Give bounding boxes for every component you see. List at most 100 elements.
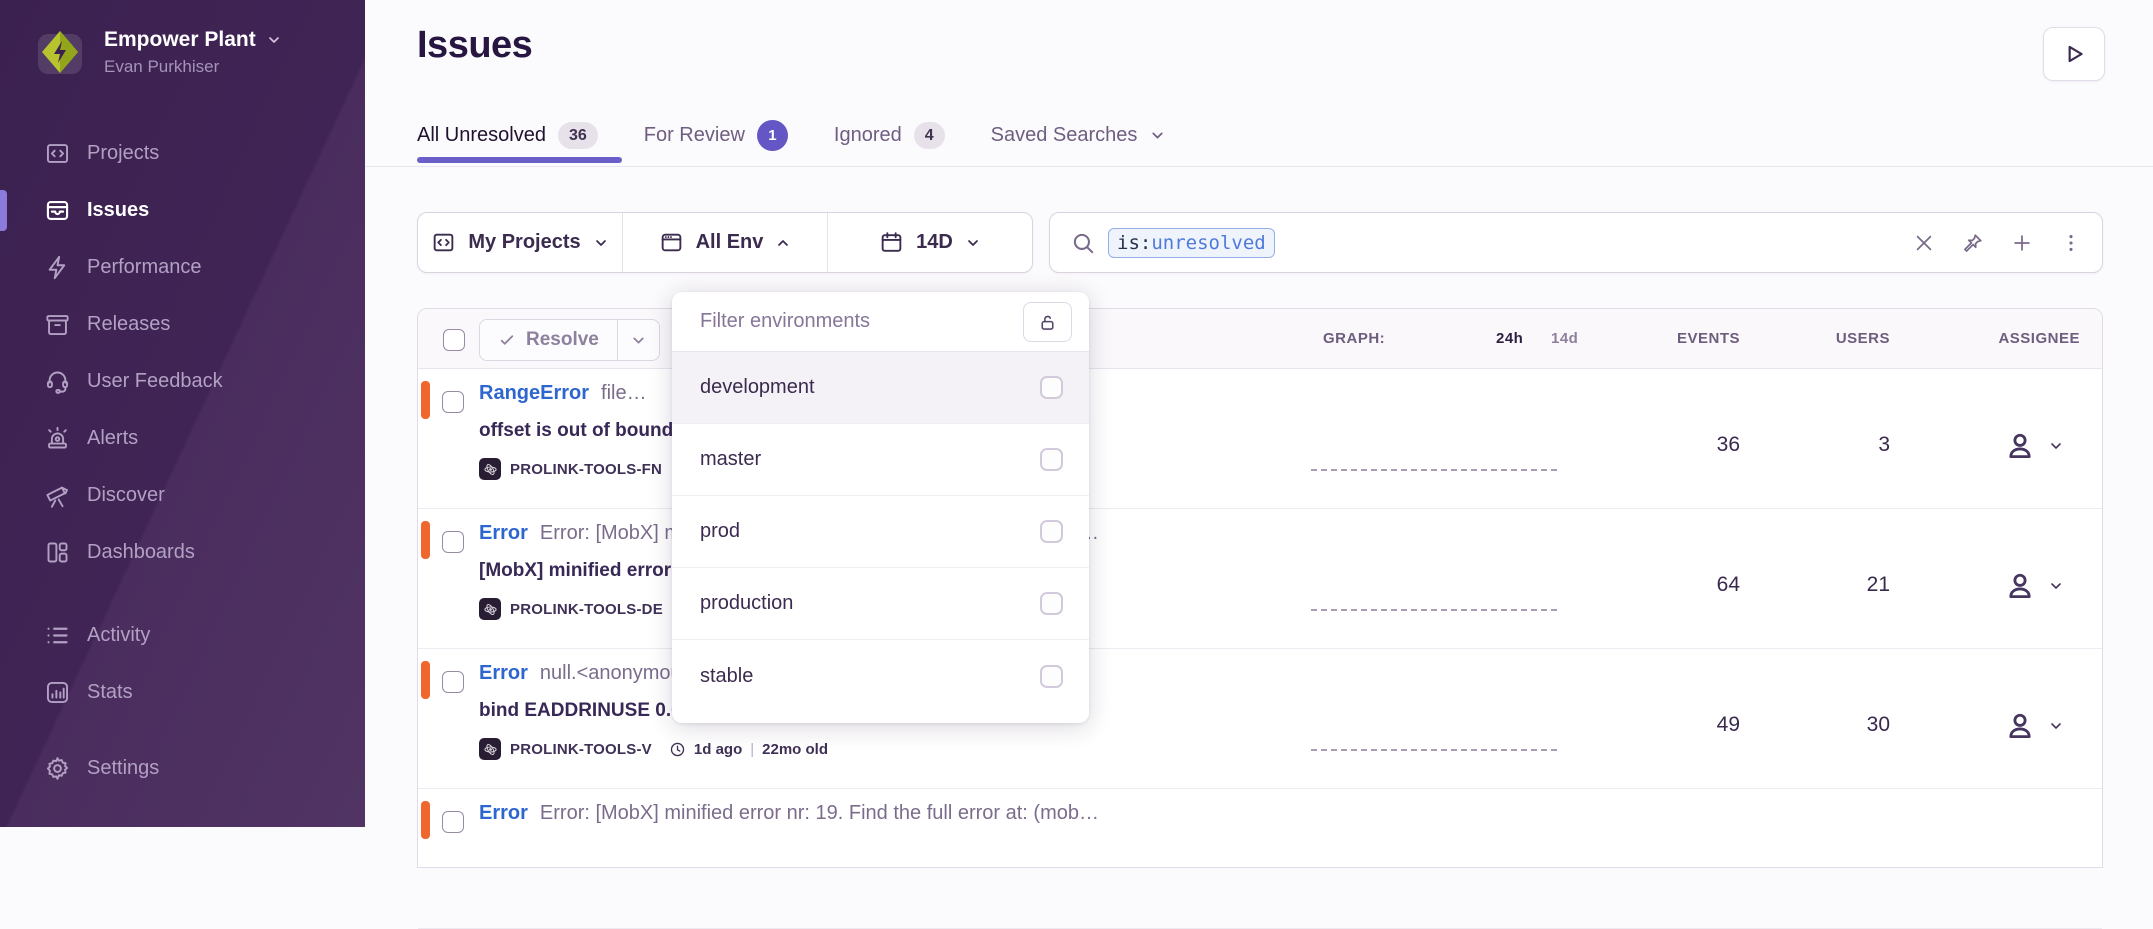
resolve-button[interactable]: Resolve — [480, 320, 617, 360]
row-checkbox[interactable] — [442, 671, 464, 693]
search-input[interactable]: is:unresolved — [1049, 212, 2103, 273]
sidebar-item-discover[interactable]: Discover — [0, 467, 365, 524]
sidebar-item-settings[interactable]: Settings — [0, 740, 365, 797]
issue-title-link[interactable]: Error — [479, 662, 528, 684]
env-option-checkbox[interactable] — [1040, 448, 1063, 471]
pin-search-button[interactable] — [1962, 232, 1984, 254]
page-title: Issues — [417, 24, 532, 67]
last-seen: 1d ago — [694, 741, 742, 758]
select-all-checkbox[interactable] — [443, 329, 465, 351]
search-token-key: is: — [1117, 232, 1151, 254]
env-option-label: master — [700, 448, 761, 471]
env-option-development[interactable]: development — [672, 352, 1089, 424]
chevron-down-icon — [2048, 718, 2064, 734]
chevron-down-icon — [1149, 127, 1166, 144]
sidebar-item-user-feedback[interactable]: User Feedback — [0, 353, 365, 410]
env-option-label: prod — [700, 520, 740, 543]
tab-count-badge: 1 — [757, 120, 788, 151]
search-menu-button[interactable] — [2060, 232, 2082, 254]
org-switcher[interactable]: Empower Plant Evan Purkhiser — [36, 28, 282, 77]
issue-row: RangeErrorfile… offset is out of bounds … — [418, 369, 2102, 509]
project-slug: PROLINK-TOOLS-DE — [510, 601, 663, 618]
search-token-value: unresolved — [1151, 232, 1265, 254]
create-saved-search-button[interactable] — [2011, 232, 2033, 254]
sidebar-item-alerts[interactable]: Alerts — [0, 410, 365, 467]
sidebar-item-activity[interactable]: Activity — [0, 607, 365, 664]
env-option-master[interactable]: master — [672, 424, 1089, 496]
tab-ignored[interactable]: Ignored 4 — [834, 122, 945, 149]
environment-filter-dropdown[interactable]: All Env — [622, 213, 827, 272]
check-icon — [498, 331, 516, 349]
env-option-label: production — [700, 592, 793, 615]
column-graph-24h-toggle[interactable]: 24h — [1496, 330, 1523, 347]
env-option-checkbox[interactable] — [1040, 376, 1063, 399]
env-option-checkbox[interactable] — [1040, 520, 1063, 543]
users-count: 3 — [1768, 433, 1890, 457]
tab-all-unresolved[interactable]: All Unresolved 36 — [417, 122, 598, 149]
project-badge-icon — [479, 458, 501, 480]
tab-label: All Unresolved — [417, 124, 546, 147]
assignee-dropdown[interactable] — [2003, 569, 2064, 603]
date-range-dropdown[interactable]: 14D — [827, 213, 1032, 272]
issue-row: ErrorError: [MobX] minified error nr: 19… — [418, 789, 2102, 929]
error-level-bar — [421, 661, 430, 699]
search-actions — [1913, 232, 2082, 254]
events-count: 49 — [1618, 713, 1740, 737]
lock-filter-button[interactable] — [1023, 302, 1072, 342]
sidebar-item-performance[interactable]: Performance — [0, 239, 365, 296]
archive-icon — [44, 311, 71, 338]
project-badge-icon — [479, 738, 501, 760]
tab-for-review[interactable]: For Review 1 — [644, 120, 788, 151]
clear-search-button[interactable] — [1913, 232, 1935, 254]
env-option-prod[interactable]: prod — [672, 496, 1089, 568]
tab-label: Ignored — [834, 124, 902, 147]
search-token: is:unresolved — [1108, 228, 1275, 258]
row-checkbox[interactable] — [442, 531, 464, 553]
env-option-checkbox[interactable] — [1040, 665, 1063, 688]
events-count: 64 — [1618, 573, 1740, 597]
sidebar-item-projects[interactable]: Projects — [0, 125, 365, 182]
env-option-checkbox[interactable] — [1040, 592, 1063, 615]
environment-dropdown-header: Filter environments — [672, 292, 1089, 352]
time-separator: | — [750, 741, 754, 758]
issue-title-link[interactable]: Error — [479, 802, 528, 824]
siren-icon — [44, 425, 71, 452]
issue-title-link[interactable]: Error — [479, 522, 528, 544]
chevron-down-icon — [266, 32, 282, 48]
sidebar-item-stats[interactable]: Stats — [0, 664, 365, 721]
sidebar-item-label: Stats — [87, 681, 133, 704]
clock-icon — [669, 741, 686, 758]
column-graph-14d-toggle[interactable]: 14d — [1551, 330, 1578, 347]
sidebar-item-releases[interactable]: Releases — [0, 296, 365, 353]
env-option-production[interactable]: production — [672, 568, 1089, 640]
issue-title-link[interactable]: RangeError — [479, 382, 589, 404]
environment-dropdown-panel: Filter environments development master p… — [672, 292, 1089, 723]
project-filter-dropdown[interactable]: My Projects — [418, 213, 622, 272]
headset-icon — [44, 368, 71, 395]
issue-age: 22mo old — [762, 741, 828, 758]
tab-saved-searches[interactable]: Saved Searches — [991, 124, 1167, 147]
environment-filter-input[interactable]: Filter environments — [700, 310, 870, 333]
tab-count-badge: 36 — [558, 122, 598, 149]
org-user: Evan Purkhiser — [104, 57, 282, 77]
play-button[interactable] — [2043, 27, 2105, 81]
resolve-button-group: Resolve — [479, 319, 660, 361]
sidebar-item-label: Discover — [87, 484, 165, 507]
row-checkbox[interactable] — [442, 811, 464, 833]
assignee-dropdown[interactable] — [2003, 709, 2064, 743]
sidebar-item-issues[interactable]: Issues — [0, 182, 365, 239]
assignee-dropdown[interactable] — [2003, 429, 2064, 463]
sidebar-item-label: Dashboards — [87, 541, 195, 564]
sidebar-item-label: Alerts — [87, 427, 138, 450]
issue-graph-sparkline — [1311, 469, 1557, 471]
env-option-stable[interactable]: stable — [672, 640, 1089, 712]
resolve-dropdown-button[interactable] — [617, 320, 659, 360]
environment-filter-label: All Env — [696, 231, 764, 254]
row-checkbox[interactable] — [442, 391, 464, 413]
sidebar-nav: Projects Issues Performance Releases Use… — [0, 125, 365, 797]
environment-icon — [659, 230, 684, 255]
issue-culprit: file… — [601, 382, 647, 404]
search-icon — [1070, 230, 1096, 256]
sidebar-item-dashboards[interactable]: Dashboards — [0, 524, 365, 581]
calendar-icon — [879, 230, 904, 255]
